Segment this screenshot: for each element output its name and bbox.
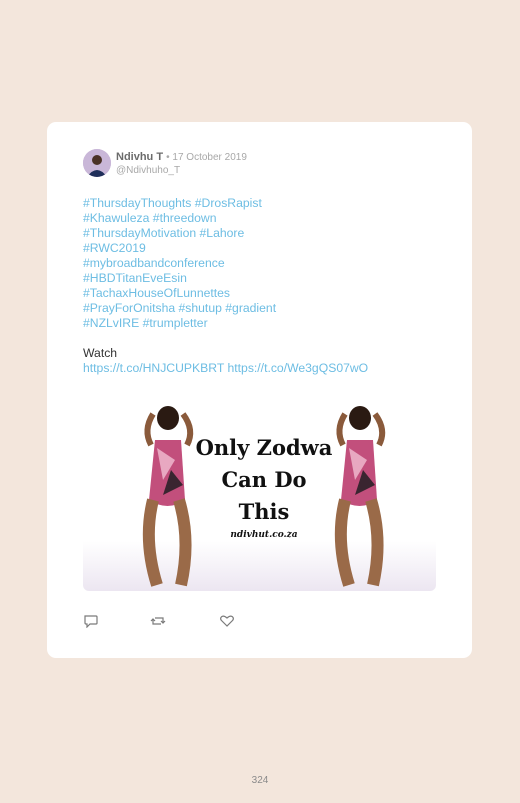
tweet-card: Ndivhu T • 17 October 2019 @Ndivhuho_T #… (47, 122, 472, 658)
hashtag-line[interactable]: #ThursdayMotivation #Lahore (83, 226, 368, 241)
tweet-links[interactable]: https://t.co/HNJCUPKBRT https://t.co/We3… (83, 361, 368, 376)
tweet-image[interactable]: Only Zodwa Can Do This ndivhut.co.za (83, 400, 436, 591)
image-headline: Only Zodwa Can Do This (189, 432, 339, 528)
hashtag-line[interactable]: #mybroadbandconference (83, 256, 368, 271)
headline-line: Can Do (221, 467, 307, 492)
hashtag-line[interactable]: #Khawuleza #threedown (83, 211, 368, 226)
avatar[interactable] (83, 149, 111, 177)
hashtag-line[interactable]: #ThursdayThoughts #DrosRapist (83, 196, 368, 211)
hashtag-list: #ThursdayThoughts #DrosRapist #Khawuleza… (83, 196, 368, 331)
image-site-label: ndivhut.co.za (230, 530, 298, 540)
author-handle[interactable]: @Ndivhuho_T (116, 165, 180, 176)
retweet-icon[interactable] (150, 614, 166, 628)
page-number: 324 (251, 775, 269, 786)
tweet-date: • 17 October 2019 (166, 152, 247, 163)
hashtag-line[interactable]: #HBDTitanEveEsin (83, 271, 368, 286)
like-icon[interactable] (219, 614, 235, 628)
author-row: Ndivhu T • 17 October 2019 (116, 151, 247, 163)
tweet-body: #ThursdayThoughts #DrosRapist #Khawuleza… (83, 196, 368, 376)
hashtag-line[interactable]: #NZLvIRE #trumpletter (83, 316, 368, 331)
watch-text: Watch (83, 346, 118, 360)
hashtag-line[interactable]: #PrayForOnitsha #shutup #gradient (83, 301, 368, 316)
headline-line: This (238, 499, 290, 524)
hashtag-line[interactable]: #RWC2019 (83, 241, 368, 256)
reply-icon[interactable] (83, 614, 99, 629)
headline-line: Only Zodwa (195, 435, 333, 460)
hashtag-line[interactable]: #TachaxHouseOfLunnettes (83, 286, 368, 301)
author-name[interactable]: Ndivhu T (116, 151, 163, 163)
